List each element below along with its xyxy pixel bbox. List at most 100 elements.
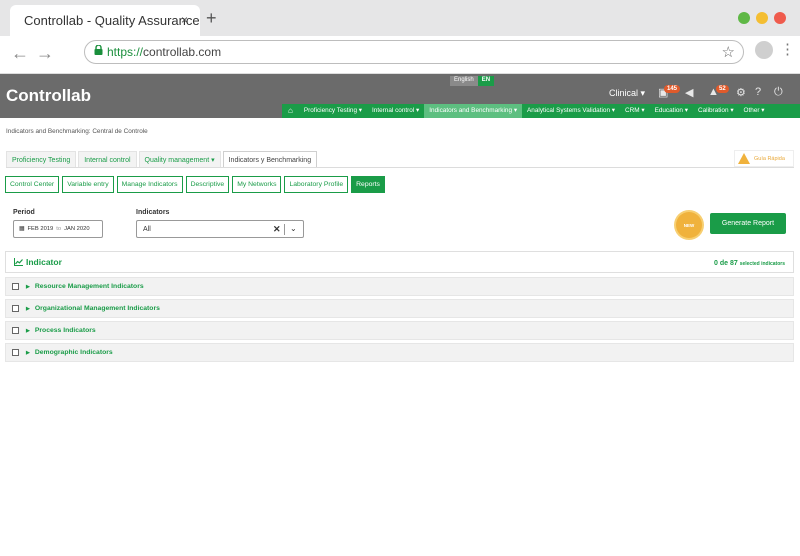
- browser-toolbar: ← → https://controllab.com ☆ ⋮: [0, 36, 800, 74]
- forward-arrow-icon[interactable]: →: [36, 43, 54, 64]
- period-to-word: to: [56, 226, 62, 232]
- subtab-laboratory-profile[interactable]: Laboratory Profile: [284, 176, 349, 193]
- close-icon[interactable]: ×: [181, 13, 188, 27]
- indicators-select[interactable]: All ✕ ⌄: [136, 220, 304, 238]
- module-label: Clinical: [609, 88, 639, 98]
- profile-avatar-icon[interactable]: [755, 41, 773, 59]
- messages-badge: 145: [664, 85, 681, 93]
- browser-menu-icon[interactable]: ⋮: [780, 40, 795, 58]
- language-code: EN: [477, 76, 495, 86]
- tab-proficiency-testing[interactable]: Proficiency Testing: [6, 151, 77, 168]
- expand-arrow-icon[interactable]: ▶: [26, 284, 30, 290]
- group-checkbox[interactable]: [12, 305, 19, 312]
- home-icon[interactable]: ⌂: [282, 104, 299, 118]
- expand-arrow-icon[interactable]: ▶: [26, 350, 30, 356]
- address-bar[interactable]: https://controllab.com ☆: [84, 40, 744, 64]
- back-arrow-icon[interactable]: ←: [11, 43, 29, 64]
- window-close-button[interactable]: [774, 12, 786, 24]
- bookmark-star-icon[interactable]: ☆: [722, 43, 735, 61]
- nav-crm[interactable]: CRM ▾: [620, 104, 650, 118]
- group-label: Organizational Management Indicators: [34, 305, 160, 312]
- sub-tabs: Control Center Variable entry Manage Ind…: [5, 176, 385, 193]
- url-host: controllab.com: [143, 45, 222, 59]
- breadcrumb: Indicators and Benchmarking: Central de …: [6, 128, 148, 135]
- indicator-group-row[interactable]: ▶ Demographic Indicators: [5, 343, 794, 362]
- group-label: Resource Management Indicators: [34, 283, 144, 290]
- panel-title-text: Indicator: [26, 257, 62, 267]
- megaphone-icon[interactable]: ◀: [685, 86, 693, 99]
- tabs-divider: [6, 167, 794, 168]
- module-selector[interactable]: Clinical ▾: [609, 88, 645, 99]
- selected-count-suffix: selected indicators: [739, 261, 785, 267]
- browser-tab-strip: Controllab - Quality Assurance × +: [0, 0, 800, 36]
- lock-icon: [94, 45, 103, 55]
- language-switch[interactable]: English EN: [450, 76, 495, 86]
- indicator-group-row[interactable]: ▶ Resource Management Indicators: [5, 277, 794, 296]
- alerts-badge: 52: [716, 85, 729, 93]
- power-icon[interactable]: ⏻: [774, 86, 783, 99]
- period-label: Period: [13, 209, 35, 216]
- subtab-manage-indicators[interactable]: Manage Indicators: [116, 176, 183, 193]
- group-checkbox[interactable]: [12, 349, 19, 356]
- help-icon[interactable]: ?: [755, 86, 761, 98]
- nav-indicators-benchmarking[interactable]: Indicators and Benchmarking ▾: [424, 104, 523, 118]
- period-from: FEB 2019: [27, 226, 54, 232]
- indicators-label: Indicators: [136, 209, 170, 216]
- nav-calibration[interactable]: Calibration ▾: [693, 104, 739, 118]
- group-label: Demographic Indicators: [34, 349, 113, 356]
- nav-proficiency-testing[interactable]: Proficiency Testing ▾: [299, 104, 367, 118]
- line-chart-icon: [14, 258, 23, 266]
- subtab-descriptive[interactable]: Descriptive: [185, 176, 230, 193]
- selected-count-value: 0 de 87: [714, 260, 738, 267]
- tab-label: Quality management: [144, 157, 210, 164]
- period-range-picker[interactable]: ▦ FEB 2019 to JAN 2020: [13, 220, 103, 238]
- chevron-down-icon[interactable]: ⌄: [290, 224, 297, 233]
- generate-report-button[interactable]: Generate Report: [710, 213, 786, 234]
- nav-label: Other: [743, 107, 760, 114]
- browser-tab-title: Controllab - Quality Assurance: [24, 13, 200, 28]
- nav-other[interactable]: Other ▾: [739, 104, 770, 118]
- group-checkbox[interactable]: [12, 327, 19, 334]
- window-minimize-button[interactable]: [756, 12, 768, 24]
- quick-guide-button[interactable]: Guía Rápida: [734, 150, 794, 167]
- url-scheme: https://: [107, 45, 144, 59]
- subtab-my-networks[interactable]: My Networks: [232, 176, 282, 193]
- indicator-group-row[interactable]: ▶ Organizational Management Indicators: [5, 299, 794, 318]
- group-checkbox[interactable]: [12, 283, 19, 290]
- tab-indicators-benchmarking[interactable]: Indicators y Benchmarking: [222, 151, 318, 168]
- browser-tab[interactable]: Controllab - Quality Assurance ×: [10, 5, 200, 36]
- new-seal-badge: NEW: [676, 212, 702, 238]
- new-tab-icon[interactable]: +: [206, 8, 217, 29]
- warning-icon: [738, 153, 750, 164]
- nav-analytical-systems-validation[interactable]: Analytical Systems Validation ▾: [522, 104, 620, 118]
- gear-icon[interactable]: ⚙: [736, 86, 746, 99]
- nav-label: Indicators and Benchmarking: [429, 107, 513, 114]
- nav-label: Calibration: [697, 107, 729, 114]
- period-to: JAN 2020: [64, 226, 90, 232]
- nav-label: Proficiency Testing: [303, 107, 358, 114]
- expand-arrow-icon[interactable]: ▶: [26, 328, 30, 334]
- select-separator: [284, 224, 285, 235]
- tab-internal-control[interactable]: Internal control: [78, 151, 137, 168]
- subtab-variable-entry[interactable]: Variable entry: [62, 176, 114, 193]
- main-nav: ⌂ Proficiency Testing ▾ Internal control…: [282, 104, 800, 118]
- indicators-select-value: All: [143, 226, 151, 233]
- language-name: English: [450, 76, 478, 86]
- url-text: https://controllab.com: [107, 45, 221, 59]
- nav-label: CRM: [625, 107, 640, 114]
- selected-count: 0 de 87 selected indicators: [714, 260, 785, 267]
- nav-education[interactable]: Education ▾: [650, 104, 693, 118]
- expand-arrow-icon[interactable]: ▶: [26, 306, 30, 312]
- subtab-control-center[interactable]: Control Center: [5, 176, 60, 193]
- indicator-group-row[interactable]: ▶ Process Indicators: [5, 321, 794, 340]
- calendar-icon: ▦: [19, 226, 25, 232]
- tab-quality-management[interactable]: Quality management ▾: [138, 151, 221, 168]
- controllab-logo[interactable]: Controllab: [6, 86, 91, 106]
- subtab-reports[interactable]: Reports: [351, 176, 385, 193]
- nav-internal-control[interactable]: Internal control ▾: [367, 104, 424, 118]
- quick-guide-label: Guía Rápida: [754, 155, 785, 162]
- nav-label: Education: [654, 107, 683, 114]
- clear-icon[interactable]: ✕: [273, 224, 281, 235]
- window-maximize-button[interactable]: [738, 12, 750, 24]
- nav-label: Analytical Systems Validation: [527, 107, 611, 114]
